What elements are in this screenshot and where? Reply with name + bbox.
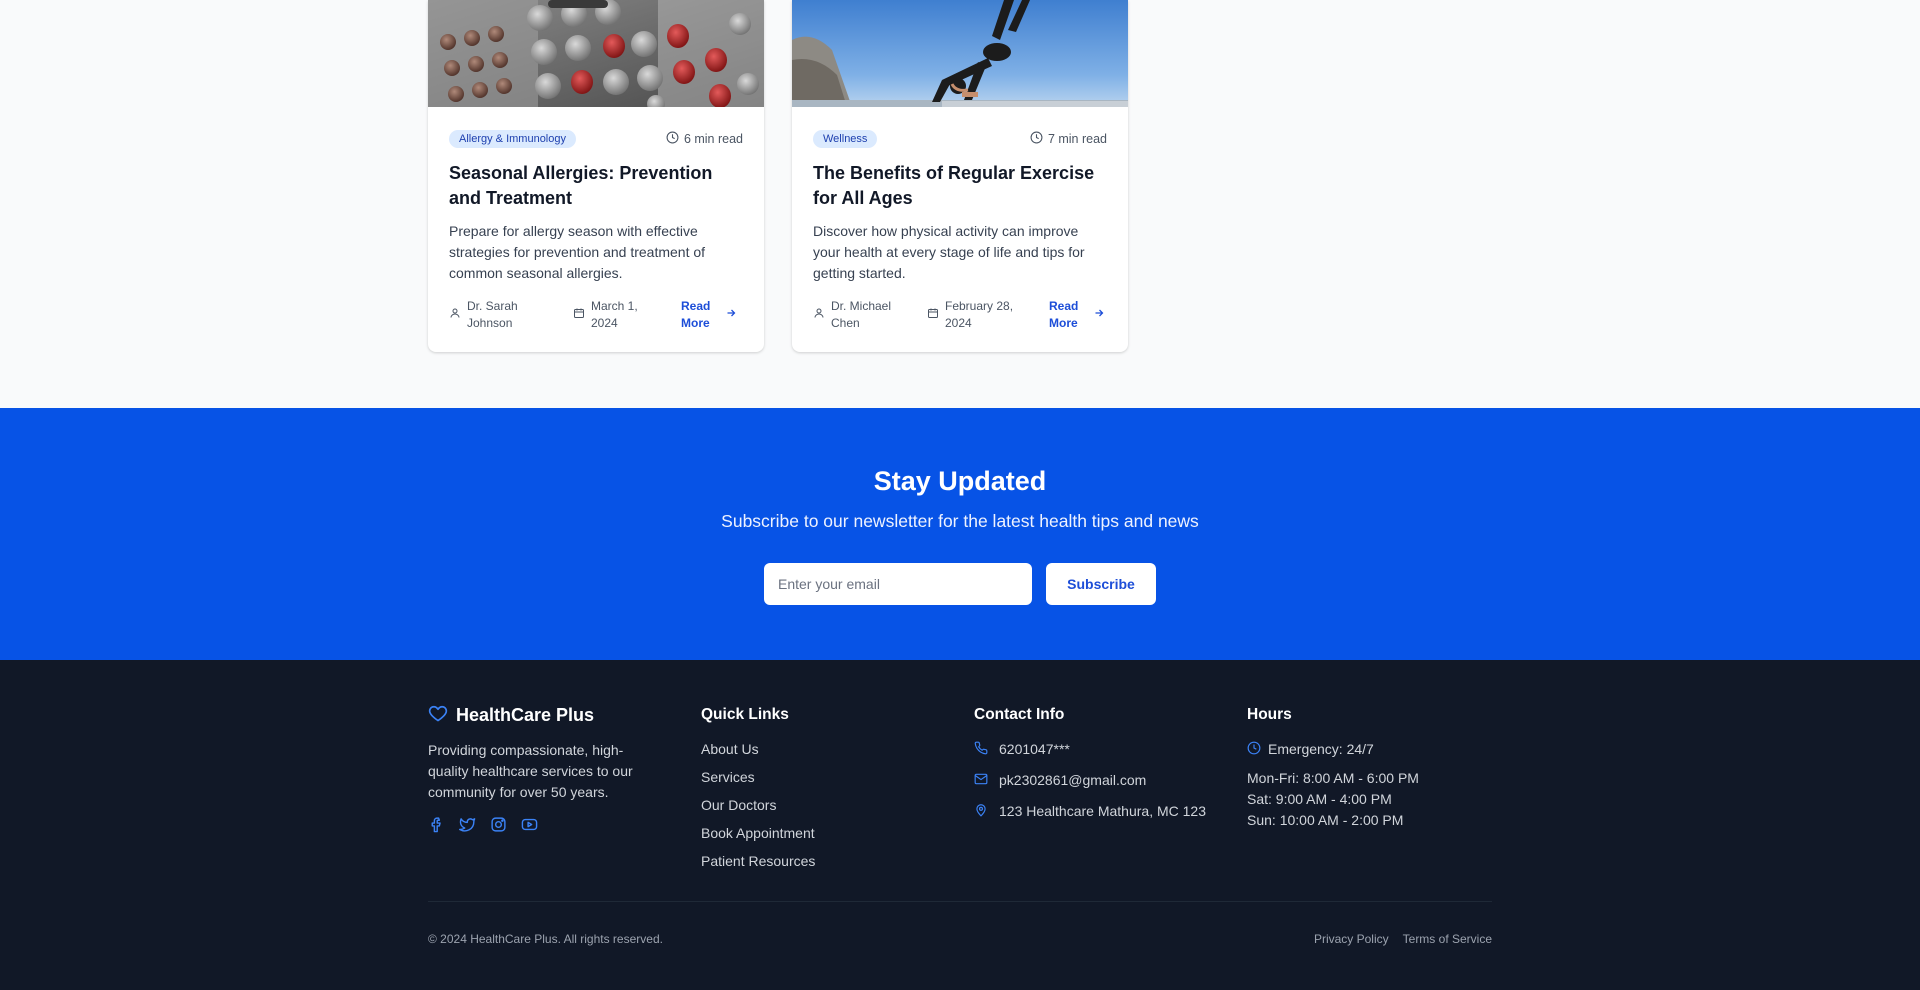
privacy-policy-link[interactable]: Privacy Policy xyxy=(1314,932,1389,946)
author-name: Dr. Michael Chen xyxy=(831,299,892,330)
read-more-label: Read More xyxy=(681,299,711,330)
footer-brand-column: HealthCare Plus Providing compassionate,… xyxy=(428,704,668,834)
footer-hours: Hours Emergency: 24/7 Mon-Fri: 8:00 AM -… xyxy=(1247,704,1419,831)
read-more-link[interactable]: Read More xyxy=(681,298,737,332)
newsletter-title: Stay Updated xyxy=(873,466,1047,496)
footer-link-book-appointment[interactable]: Book Appointment xyxy=(701,824,815,842)
newsletter-form: Subscribe xyxy=(764,563,1156,605)
clock-icon xyxy=(1030,131,1043,147)
article-card[interactable]: Wellness 7 min read The Benefits of Regu… xyxy=(792,0,1128,352)
weekday-hours: Mon-Fri: 8:00 AM - 6:00 PM xyxy=(1247,770,1419,786)
footer-brand[interactable]: HealthCare Plus xyxy=(428,704,668,726)
arrow-right-icon xyxy=(725,307,737,324)
emergency-label: Emergency: 24/7 xyxy=(1268,741,1374,757)
read-time: 7 min read xyxy=(1030,131,1107,147)
twitter-icon[interactable] xyxy=(459,816,477,834)
social-links xyxy=(428,816,668,834)
arrow-right-icon xyxy=(1093,307,1105,324)
footer-link-services[interactable]: Services xyxy=(701,768,815,786)
footer-contact-info: Contact Info 6201047*** pk2302861@gmail.… xyxy=(974,704,1206,833)
articles-section: Allergy & Immunology 6 min read Seasonal… xyxy=(0,0,1920,408)
article-date: March 1, 2024 xyxy=(573,298,681,332)
brand-name: HealthCare Plus xyxy=(456,704,595,725)
emergency-hours: Emergency: 24/7 xyxy=(1247,740,1419,758)
date-label: March 1, 2024 xyxy=(591,299,638,330)
newsletter-section: Stay Updated Subscribe to our newsletter… xyxy=(0,408,1920,660)
terms-of-service-link[interactable]: Terms of Service xyxy=(1403,932,1492,946)
contact-heading: Contact Info xyxy=(974,706,1065,723)
clock-icon xyxy=(1247,741,1261,758)
footer-link-patient-resources[interactable]: Patient Resources xyxy=(701,852,815,870)
category-badge[interactable]: Wellness xyxy=(813,130,878,148)
read-more-label: Read More xyxy=(1049,299,1079,330)
user-icon xyxy=(813,307,825,324)
sunday-hours: Sun: 10:00 AM - 2:00 PM xyxy=(1247,812,1404,828)
author-name: Dr. Sarah Johnson xyxy=(467,299,518,330)
mail-icon xyxy=(974,772,988,789)
instagram-icon[interactable] xyxy=(490,816,508,834)
footer-link-about[interactable]: About Us xyxy=(701,740,815,758)
read-more-link[interactable]: Read More xyxy=(1049,298,1105,332)
calendar-icon xyxy=(573,307,585,324)
article-card[interactable]: Allergy & Immunology 6 min read Seasonal… xyxy=(428,0,764,352)
youtube-icon[interactable] xyxy=(521,816,539,834)
street-address: 123 Healthcare Mathura, MC 123 xyxy=(999,803,1206,819)
contact-email[interactable]: pk2302861@gmail.com xyxy=(974,771,1206,789)
facebook-icon[interactable] xyxy=(428,816,446,834)
calendar-icon xyxy=(927,307,939,324)
article-author: Dr. Sarah Johnson xyxy=(449,298,573,332)
article-title[interactable]: Seasonal Allergies: Prevention and Treat… xyxy=(449,161,743,211)
footer-quick-links: Quick Links About Us Services Our Doctor… xyxy=(701,704,815,880)
legal-links: Privacy Policy Terms of Service xyxy=(1314,932,1492,946)
copyright-text: © 2024 HealthCare Plus. All rights reser… xyxy=(428,932,663,946)
user-icon xyxy=(449,307,461,324)
email-address: pk2302861@gmail.com xyxy=(999,772,1147,788)
article-author: Dr. Michael Chen xyxy=(813,298,927,332)
article-title[interactable]: The Benefits of Regular Exercise for All… xyxy=(813,161,1107,211)
read-time-label: 7 min read xyxy=(1047,132,1107,146)
read-time-label: 6 min read xyxy=(683,132,743,146)
saturday-hours: Sat: 9:00 AM - 4:00 PM xyxy=(1247,791,1392,807)
contact-address: 123 Healthcare Mathura, MC 123 xyxy=(974,802,1206,820)
footer-link-doctors[interactable]: Our Doctors xyxy=(701,796,815,814)
map-pin-icon xyxy=(974,803,988,820)
heart-icon xyxy=(428,703,448,728)
article-excerpt: Discover how physical activity can impro… xyxy=(813,223,1085,281)
email-input[interactable] xyxy=(764,563,1032,605)
date-label: February 28, 2024 xyxy=(945,299,1014,330)
article-image-yoga[interactable] xyxy=(792,0,1128,107)
site-footer: HealthCare Plus Providing compassionate,… xyxy=(0,660,1920,990)
phone-icon xyxy=(974,741,988,758)
subscribe-button[interactable]: Subscribe xyxy=(1046,563,1156,605)
footer-divider xyxy=(428,901,1492,902)
category-badge[interactable]: Allergy & Immunology xyxy=(449,130,576,148)
article-image-pills[interactable] xyxy=(428,0,764,107)
read-time: 6 min read xyxy=(666,131,743,147)
clock-icon xyxy=(666,131,679,147)
newsletter-subtitle: Subscribe to our newsletter for the late… xyxy=(721,511,1199,531)
article-excerpt: Prepare for allergy season with effectiv… xyxy=(449,223,706,281)
article-date: February 28, 2024 xyxy=(927,298,1049,332)
phone-number: 6201047*** xyxy=(999,741,1070,757)
footer-description: Providing compassionate, high-quality he… xyxy=(428,742,633,800)
quick-links-heading: Quick Links xyxy=(701,706,789,723)
contact-phone[interactable]: 6201047*** xyxy=(974,740,1206,758)
hours-heading: Hours xyxy=(1247,706,1292,723)
